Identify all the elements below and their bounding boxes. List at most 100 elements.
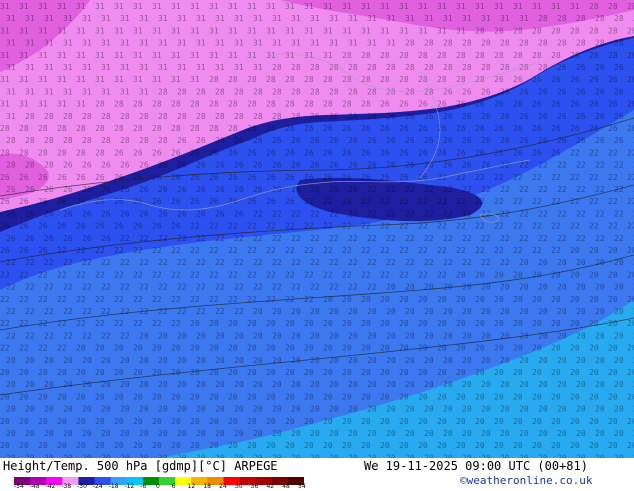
svg-text:20: 20 <box>456 417 466 426</box>
svg-text:22: 22 <box>63 307 73 316</box>
color-scale-tick: -48 <box>29 483 40 490</box>
svg-text:26: 26 <box>177 161 187 170</box>
svg-text:22: 22 <box>215 283 225 292</box>
svg-text:22: 22 <box>215 258 225 267</box>
svg-text:28: 28 <box>215 112 225 121</box>
svg-text:20: 20 <box>209 441 219 450</box>
svg-text:28: 28 <box>177 87 187 96</box>
svg-text:22: 22 <box>475 173 485 182</box>
svg-text:20: 20 <box>323 344 333 353</box>
svg-text:26: 26 <box>614 136 624 145</box>
svg-text:31: 31 <box>304 26 314 35</box>
svg-text:26: 26 <box>627 124 634 133</box>
svg-text:26: 26 <box>386 136 396 145</box>
svg-text:22: 22 <box>6 283 16 292</box>
svg-text:20: 20 <box>570 319 580 328</box>
svg-text:31: 31 <box>228 51 238 60</box>
svg-text:20: 20 <box>171 392 181 401</box>
svg-text:26: 26 <box>6 209 16 218</box>
svg-text:31: 31 <box>0 75 10 84</box>
svg-text:31: 31 <box>367 14 377 23</box>
svg-text:31: 31 <box>6 112 16 121</box>
svg-text:26: 26 <box>215 209 225 218</box>
color-scale-tick: -18 <box>108 483 119 490</box>
svg-text:22: 22 <box>494 197 504 206</box>
svg-text:20: 20 <box>456 270 466 279</box>
svg-text:20: 20 <box>272 380 282 389</box>
svg-text:22: 22 <box>462 258 472 267</box>
svg-text:20: 20 <box>614 283 624 292</box>
svg-text:28: 28 <box>158 136 168 145</box>
svg-text:31: 31 <box>570 2 580 11</box>
svg-text:28: 28 <box>133 100 143 109</box>
svg-text:31: 31 <box>120 63 130 72</box>
svg-text:31: 31 <box>171 26 181 35</box>
svg-text:20: 20 <box>500 307 510 316</box>
svg-text:22: 22 <box>576 161 586 170</box>
svg-text:20: 20 <box>6 356 16 365</box>
svg-text:20: 20 <box>38 368 48 377</box>
svg-text:22: 22 <box>367 283 377 292</box>
svg-text:22: 22 <box>323 222 333 231</box>
svg-text:20: 20 <box>519 405 529 414</box>
svg-text:22: 22 <box>595 234 605 243</box>
svg-text:20: 20 <box>538 429 548 438</box>
svg-text:20: 20 <box>595 331 605 340</box>
svg-text:26: 26 <box>443 112 453 121</box>
svg-text:20: 20 <box>418 295 428 304</box>
svg-text:20: 20 <box>443 356 453 365</box>
svg-text:22: 22 <box>475 197 485 206</box>
svg-text:22: 22 <box>76 295 86 304</box>
svg-text:28: 28 <box>234 87 244 96</box>
svg-text:31: 31 <box>380 2 390 11</box>
svg-text:28: 28 <box>443 39 453 48</box>
svg-text:26: 26 <box>152 197 162 206</box>
svg-text:26: 26 <box>44 209 54 218</box>
svg-text:26: 26 <box>101 185 111 194</box>
svg-text:26: 26 <box>247 197 257 206</box>
svg-text:20: 20 <box>589 319 599 328</box>
svg-text:26: 26 <box>253 185 263 194</box>
svg-text:20: 20 <box>380 368 390 377</box>
svg-text:26: 26 <box>76 173 86 182</box>
credit-link[interactable]: ©weatheronline.co.uk <box>460 474 592 488</box>
color-scale-tick: 24 <box>219 483 227 490</box>
svg-text:31: 31 <box>25 87 35 96</box>
svg-text:20: 20 <box>532 368 542 377</box>
svg-text:22: 22 <box>418 197 428 206</box>
svg-text:26: 26 <box>247 148 257 157</box>
svg-text:26: 26 <box>38 173 48 182</box>
svg-text:22: 22 <box>627 148 634 157</box>
svg-text:28: 28 <box>247 100 257 109</box>
svg-text:22: 22 <box>247 222 257 231</box>
svg-text:22: 22 <box>481 185 491 194</box>
svg-text:28: 28 <box>494 51 504 60</box>
svg-text:22: 22 <box>38 295 48 304</box>
svg-text:22: 22 <box>291 234 301 243</box>
svg-text:20: 20 <box>228 441 238 450</box>
svg-text:20: 20 <box>76 392 86 401</box>
svg-text:31: 31 <box>171 2 181 11</box>
svg-text:20: 20 <box>38 441 48 450</box>
svg-text:22: 22 <box>589 197 599 206</box>
svg-text:31: 31 <box>234 14 244 23</box>
svg-text:22: 22 <box>456 197 466 206</box>
svg-text:20: 20 <box>570 295 580 304</box>
svg-text:20: 20 <box>253 380 263 389</box>
svg-text:20: 20 <box>418 319 428 328</box>
svg-text:22: 22 <box>171 319 181 328</box>
svg-text:20: 20 <box>285 319 295 328</box>
svg-text:20: 20 <box>6 405 16 414</box>
svg-text:31: 31 <box>6 63 16 72</box>
svg-text:26: 26 <box>595 63 605 72</box>
svg-text:31: 31 <box>272 14 282 23</box>
svg-text:20: 20 <box>494 270 504 279</box>
svg-text:20: 20 <box>399 441 409 450</box>
svg-text:31: 31 <box>82 63 92 72</box>
svg-text:31: 31 <box>329 39 339 48</box>
svg-text:26: 26 <box>443 136 453 145</box>
svg-text:22: 22 <box>418 270 428 279</box>
svg-text:20: 20 <box>367 331 377 340</box>
svg-text:20: 20 <box>285 344 295 353</box>
svg-text:22: 22 <box>481 234 491 243</box>
